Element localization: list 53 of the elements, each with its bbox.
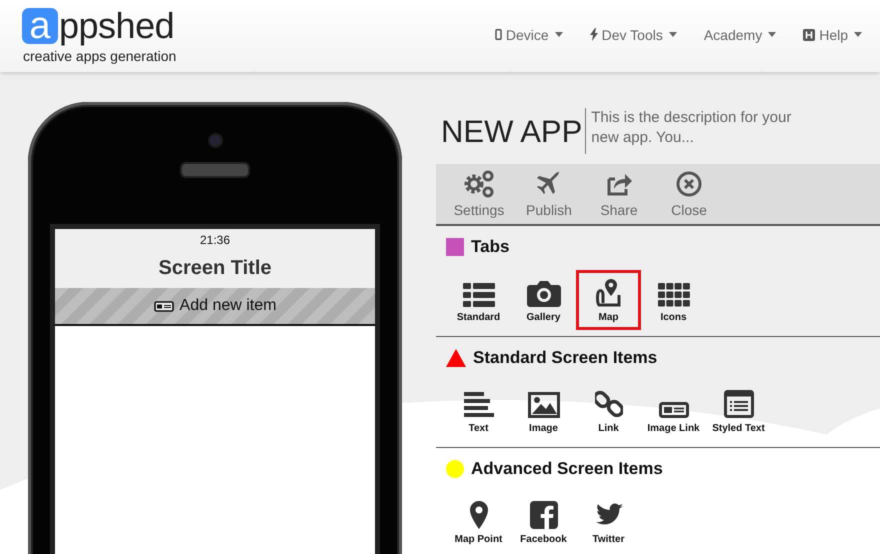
caret-icon <box>768 32 776 37</box>
palette-item[interactable]: Image <box>511 381 576 441</box>
nav-menu[interactable]: Help <box>786 26 872 42</box>
palette-item[interactable]: Map <box>576 270 641 330</box>
palette-item[interactable]: Styled Text <box>706 381 771 441</box>
help-icon <box>803 28 816 40</box>
list-icon <box>462 283 494 307</box>
gears-icon <box>463 170 495 198</box>
close-icon <box>675 170 703 198</box>
palette-item[interactable]: Facebook <box>511 492 576 552</box>
phone-icon <box>494 29 502 40</box>
chain-link-icon <box>594 390 622 418</box>
lightning-icon <box>590 28 598 41</box>
text-lines-icon <box>464 392 494 418</box>
section-title: Advanced Screen Items <box>471 459 663 479</box>
caret-icon <box>668 32 677 37</box>
caret-icon <box>854 32 862 37</box>
camera-icon <box>526 279 560 307</box>
grid-icon <box>658 283 690 307</box>
palette-item[interactable]: Link <box>576 381 641 441</box>
camera-icon <box>210 135 220 146</box>
palette-item[interactable]: Gallery <box>511 270 576 330</box>
toolbar-button[interactable]: Close <box>654 164 724 224</box>
image-link-icon <box>658 402 688 418</box>
caret-icon <box>554 32 563 37</box>
speaker-grille <box>180 162 250 178</box>
image-icon <box>528 392 560 418</box>
logo-text[interactable]: ppshed <box>59 8 174 44</box>
status-time: 21:36 <box>200 233 230 247</box>
document-list-icon <box>724 390 754 418</box>
section-title: Tabs <box>471 237 510 257</box>
image-link-icon <box>154 300 174 312</box>
nav-menu[interactable]: Device <box>478 26 573 42</box>
palette-item[interactable]: Standard <box>446 270 511 330</box>
palette-item[interactable]: Twitter <box>576 492 641 552</box>
add-item-bar[interactable]: Add new item <box>55 288 375 326</box>
screen-title: Screen Title <box>55 249 375 288</box>
toolbar-button[interactable]: Share <box>584 164 654 224</box>
map-pin-icon <box>596 279 622 307</box>
palette-item[interactable]: Image Link <box>641 381 706 441</box>
app-title: NEW APP <box>441 108 586 154</box>
map-pin-icon <box>468 501 488 529</box>
palette-item[interactable]: Text <box>446 381 511 441</box>
palette-item[interactable]: Icons <box>641 270 706 330</box>
app-description: This is the description for your new app. You... <box>590 108 792 148</box>
nav-menu[interactable]: Dev Tools <box>572 26 687 42</box>
toolbar-button[interactable]: Settings <box>444 164 514 224</box>
facebook-icon <box>530 501 558 529</box>
nav-menu[interactable]: Academy <box>686 26 786 42</box>
section-title: Standard Screen Items <box>473 348 658 368</box>
palette-item[interactable]: Map Point <box>446 492 511 552</box>
logo-tagline: creative apps generation <box>23 48 176 64</box>
toolbar-button[interactable]: Publish <box>514 164 584 224</box>
